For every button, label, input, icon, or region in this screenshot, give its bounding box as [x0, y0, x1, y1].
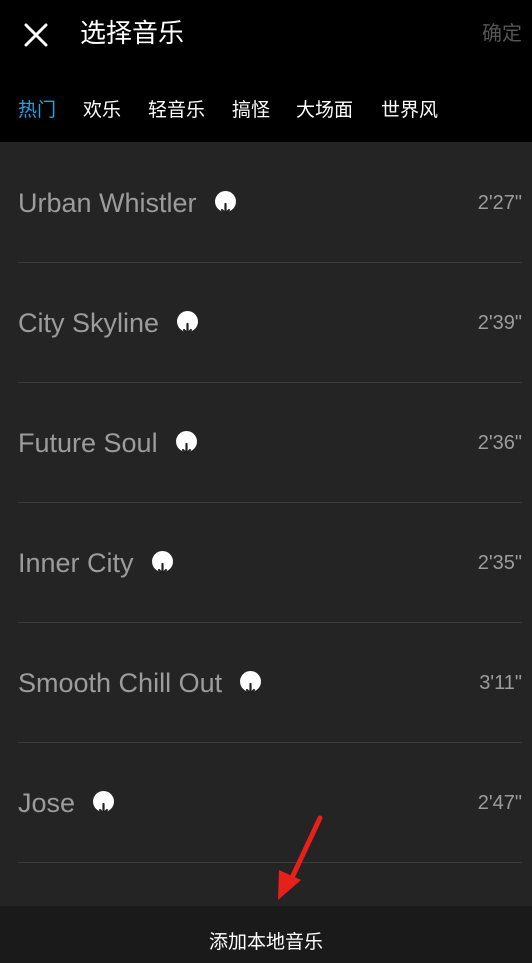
- list-item[interactable]: Future Soul 2'36": [0, 383, 532, 503]
- add-local-music-label: 添加本地音乐: [208, 931, 323, 953]
- divider: [18, 862, 522, 863]
- confirm-button[interactable]: 确定: [482, 16, 522, 50]
- tab-world[interactable]: 世界风: [381, 90, 438, 130]
- track-name: Jose: [18, 788, 76, 818]
- download-arrow-icon: [181, 443, 191, 455]
- download-button[interactable]: [177, 311, 199, 335]
- download-arrow-icon: [98, 803, 109, 815]
- track-name: City Skyline: [18, 308, 160, 338]
- download-button[interactable]: [151, 551, 173, 575]
- close-button[interactable]: [18, 17, 54, 53]
- track-name: Inner City: [18, 548, 134, 578]
- top-bar: 选择音乐 确定 热门 欢乐 轻音乐 搞怪 大场面 世界风: [0, 0, 532, 142]
- download-button[interactable]: [240, 671, 262, 695]
- tab-epic[interactable]: 大场面: [296, 90, 353, 130]
- list-item[interactable]: Inner City 2'35": [0, 503, 532, 623]
- track-duration: 2'36": [477, 432, 522, 454]
- track-duration: 3'11": [479, 672, 522, 694]
- list-item[interactable]: Smooth Chill Out 3'11": [0, 623, 532, 743]
- download-arrow-icon: [182, 323, 193, 335]
- tab-hot[interactable]: 热门: [18, 90, 56, 130]
- track-duration: 2'47": [477, 792, 522, 814]
- download-arrow-icon: [245, 683, 256, 695]
- close-icon: [24, 23, 48, 47]
- track-list: Urban Whistler 2'27" City Skyline 2'39" …: [0, 143, 532, 863]
- list-item[interactable]: City Skyline 2'39": [0, 263, 532, 383]
- track-name: Smooth Chill Out: [18, 668, 223, 698]
- list-item[interactable]: Urban Whistler 2'27": [0, 143, 532, 263]
- track-name: Urban Whistler: [18, 188, 197, 218]
- track-duration: 2'39": [477, 312, 522, 334]
- download-button[interactable]: [175, 431, 197, 455]
- download-arrow-icon: [220, 203, 230, 215]
- list-item[interactable]: Jose 2'47": [0, 743, 532, 863]
- category-tabs: 热门 欢乐 轻音乐 搞怪 大场面 世界风: [0, 90, 532, 130]
- track-duration: 2'27": [477, 192, 522, 214]
- track-name: Future Soul: [18, 428, 158, 458]
- page-title: 选择音乐: [80, 19, 185, 49]
- tab-happy[interactable]: 欢乐: [83, 90, 121, 130]
- track-duration: 2'35": [477, 552, 522, 574]
- download-button[interactable]: [214, 191, 236, 215]
- tab-funny[interactable]: 搞怪: [232, 90, 270, 130]
- download-arrow-icon: [157, 563, 167, 575]
- add-local-music-button[interactable]: 添加本地音乐: [0, 906, 532, 963]
- download-button[interactable]: [93, 791, 115, 815]
- tab-light-music[interactable]: 轻音乐: [148, 90, 205, 130]
